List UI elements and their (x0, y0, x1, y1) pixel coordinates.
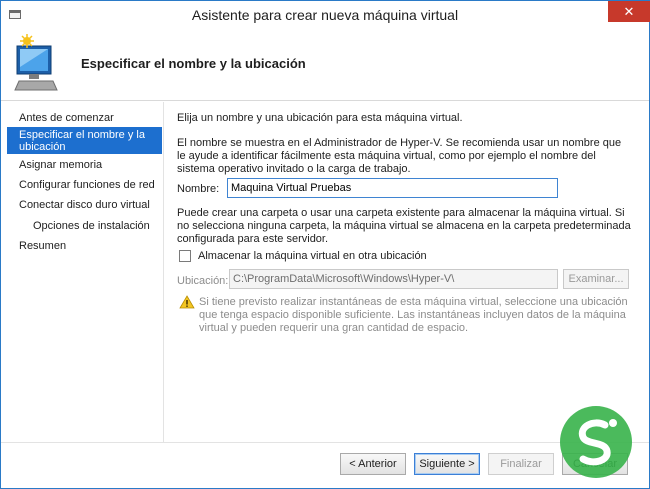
folder-help-text: Puede crear una carpeta o usar una carpe… (177, 207, 631, 245)
nav-step-disco-duro[interactable]: Conectar disco duro virtual (7, 197, 162, 213)
window-title: Asistente para crear nueva máquina virtu… (191, 7, 459, 23)
wizard-computer-icon (14, 34, 58, 91)
nav-divider (163, 102, 164, 442)
name-help-text: El nombre se muestra en el Administrador… (177, 137, 622, 175)
warning-icon (179, 295, 195, 309)
watermark-logo (560, 406, 632, 478)
store-elsewhere-checkbox[interactable] (179, 250, 191, 262)
title-bar[interactable]: Asistente para crear nueva máquina virtu… (1, 1, 650, 30)
intro-text: Elija un nombre y una ubicación para est… (177, 112, 463, 124)
name-label: Nombre: (177, 183, 220, 195)
nav-step-asignar-memoria[interactable]: Asignar memoria (7, 157, 162, 173)
location-field[interactable] (229, 269, 558, 289)
page-title: Especificar el nombre y la ubicación (81, 56, 306, 71)
back-button[interactable]: < Anterior (340, 453, 406, 475)
finish-button[interactable]: Finalizar (488, 453, 554, 475)
next-button[interactable]: Siguiente > (414, 453, 480, 475)
nav-step-resumen[interactable]: Resumen (7, 238, 162, 254)
close-button[interactable]: ✕ (608, 1, 650, 22)
name-field[interactable] (227, 178, 558, 198)
wizard-steps-nav: Antes de comenzar Especificar el nombre … (1, 102, 163, 488)
browse-button[interactable]: Examinar... (563, 269, 629, 289)
nav-step-opciones-instalacion[interactable]: Opciones de instalación (7, 218, 162, 234)
wizard-window: Asistente para crear nueva máquina virtu… (0, 0, 650, 489)
store-elsewhere-label[interactable]: Almacenar la máquina virtual en otra ubi… (198, 250, 427, 262)
nav-step-funciones-red[interactable]: Configurar funciones de red (7, 177, 162, 193)
wizard-header: Especificar el nombre y la ubicación (1, 30, 649, 101)
nav-step-antes-de-comenzar[interactable]: Antes de comenzar (7, 110, 162, 126)
location-label: Ubicación: (177, 275, 229, 287)
footer-divider (1, 442, 649, 443)
warning-text: Si tiene previsto realizar instantáneas … (199, 296, 628, 334)
nav-step-nombre-ubicacion[interactable]: Especificar el nombre y la ubicación (7, 127, 162, 154)
